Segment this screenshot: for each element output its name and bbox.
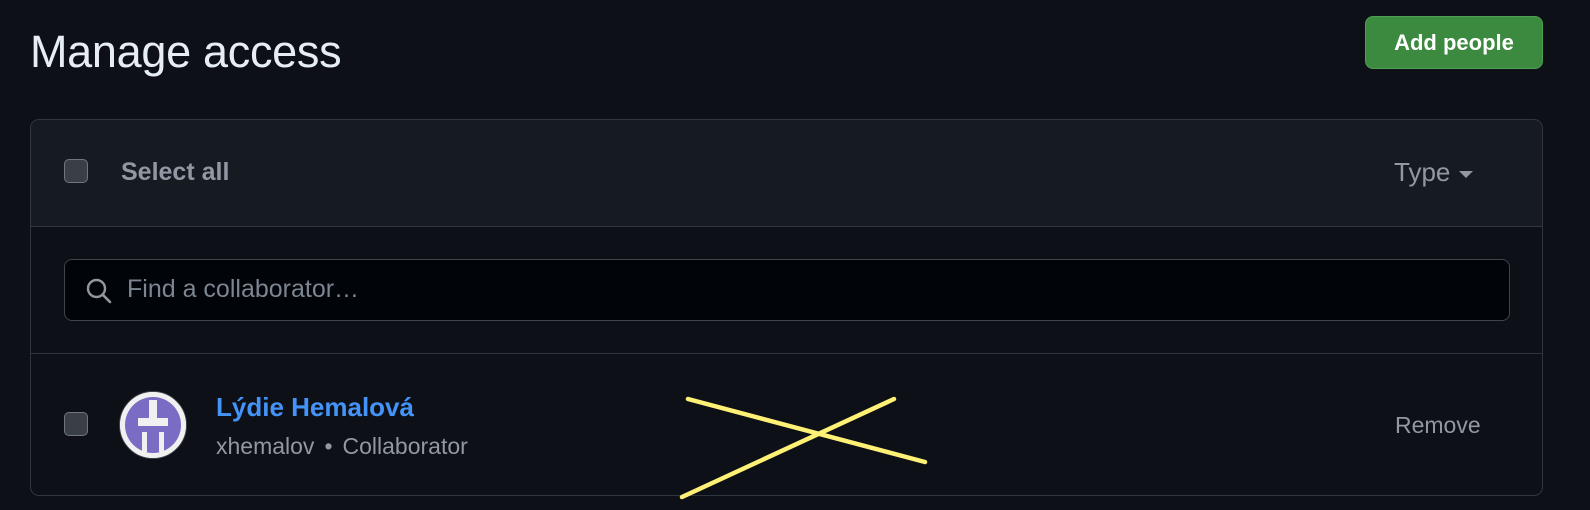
remove-button[interactable]: Remove	[1395, 412, 1481, 439]
member-meta: xhemalov • Collaborator	[216, 433, 468, 460]
select-all-label: Select all	[121, 158, 230, 186]
manage-access-page: Manage access Add people Select all Type	[0, 0, 1590, 510]
type-filter-label: Type	[1394, 157, 1451, 187]
meta-separator: •	[324, 433, 333, 459]
search-section	[31, 227, 1542, 354]
select-all-checkbox[interactable]	[64, 159, 88, 183]
caret-down-icon	[1459, 170, 1474, 178]
search-box	[64, 259, 1510, 321]
search-input[interactable]	[127, 260, 1487, 318]
member-name-link[interactable]: Lýdie Hemalová	[216, 392, 414, 423]
member-row: Lýdie Hemalová xhemalov • Collaborator R…	[31, 354, 1542, 495]
search-icon	[86, 278, 112, 304]
member-role: Collaborator	[342, 433, 468, 459]
collaborators-panel: Select all Type Find a collaborator… Lýd…	[30, 119, 1543, 496]
add-people-button[interactable]: Add people	[1365, 16, 1543, 69]
type-filter-dropdown[interactable]: Type	[1394, 157, 1474, 188]
member-username: xhemalov	[216, 433, 315, 459]
panel-header: Select all Type	[31, 120, 1542, 227]
avatar	[119, 391, 187, 459]
page-title: Manage access	[30, 26, 342, 77]
identicon-image	[120, 392, 186, 458]
member-checkbox[interactable]	[64, 412, 88, 436]
